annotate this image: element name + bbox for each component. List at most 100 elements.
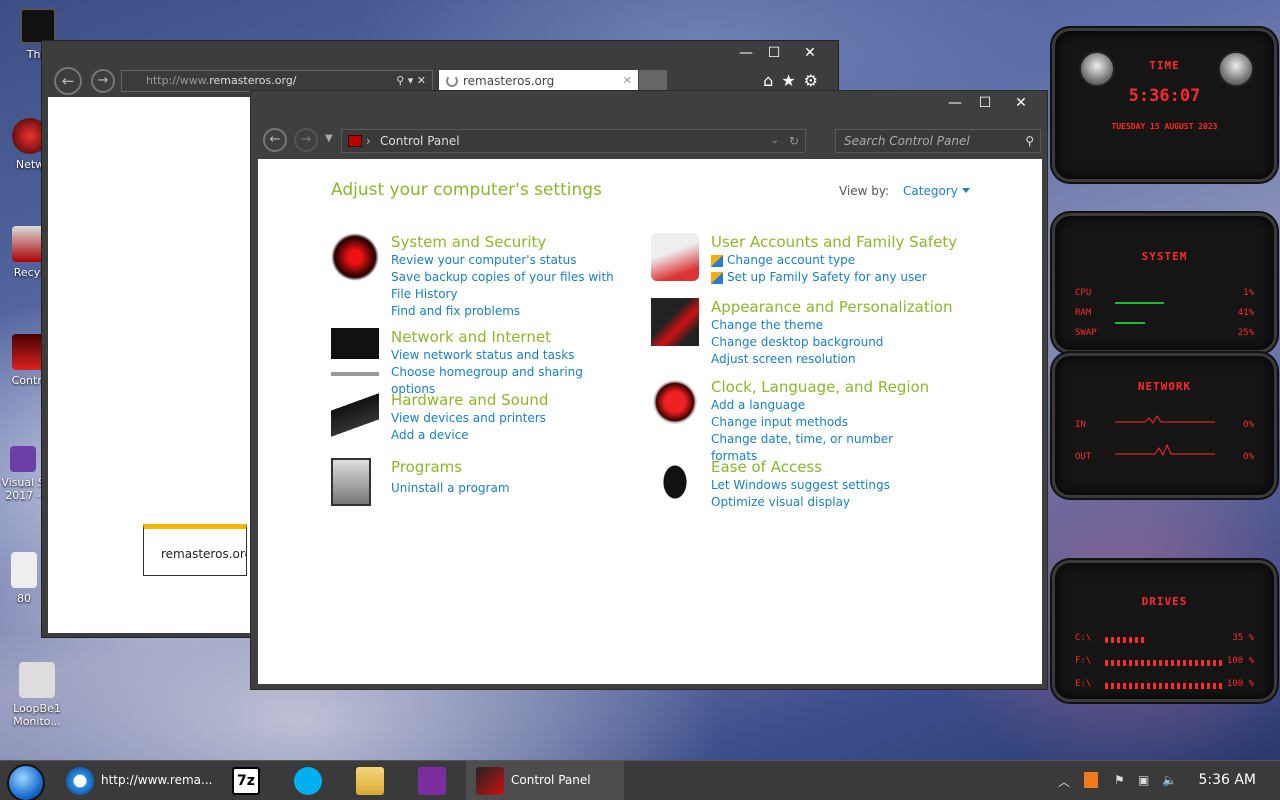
- taskbar: http://www.rema... 7z Control Panel ︿ ⚑ …: [0, 760, 1280, 800]
- link-windows-suggest-settings[interactable]: Let Windows suggest settings: [711, 477, 941, 494]
- drive-c-usage-bar: [1105, 637, 1147, 643]
- drives-gadget[interactable]: DRIVES C:\ 35 % F:\ 100 % E:\ 100 %: [1052, 560, 1277, 702]
- network-tray-icon[interactable]: ▣: [1138, 773, 1149, 787]
- dropdown-arrow-icon[interactable]: [961, 188, 970, 193]
- action-center-flag-icon[interactable]: ⚑: [1114, 773, 1125, 787]
- home-icon[interactable]: ⌂: [763, 71, 781, 90]
- desktop-icon-label: LoopBe1 Monito...: [13, 702, 61, 728]
- breadcrumb-separator-icon: ›: [366, 134, 371, 148]
- link-find-fix-problems[interactable]: Find and fix problems: [391, 303, 621, 320]
- category-title[interactable]: System and Security: [391, 233, 546, 251]
- ie-toolbar-icons: ⌂★⚙: [763, 71, 826, 90]
- close-button[interactable]: ✕: [796, 43, 824, 63]
- drive-f-value: 100 %: [1226, 656, 1254, 666]
- ie-tab[interactable]: remasteros.org ✕: [439, 70, 638, 92]
- address-controls: ⚲ ▾ ✕: [396, 71, 426, 91]
- network-gadget[interactable]: NETWORK IN 0% OUT 0%: [1052, 353, 1277, 498]
- ram-label: RAM: [1075, 308, 1092, 318]
- control-panel-window[interactable]: — ☐ ✕ ← → ▼ › Control Panel ⌄ ↻ Search C…: [250, 90, 1048, 690]
- drive-e-usage-bar: [1105, 683, 1225, 689]
- desktop-icon-visual-studio[interactable]: Visual S 2017 -: [0, 446, 46, 502]
- computer-icon: [20, 8, 56, 44]
- volume-icon[interactable]: 🔈: [1162, 773, 1177, 787]
- cpu-row: CPU 1%: [1075, 288, 1254, 298]
- link-family-safety[interactable]: Set up Family Safety for any user: [711, 269, 941, 286]
- taskbar-item-control-panel[interactable]: Control Panel: [466, 761, 624, 800]
- recent-locations-dropdown-icon[interactable]: ▼: [325, 133, 333, 144]
- view-by-label: View by:: [839, 184, 890, 198]
- time-gadget[interactable]: TIME 5:36:07 TUESDAY 15 AUGUST 2023: [1052, 28, 1277, 182]
- tab-close-icon[interactable]: ✕: [623, 70, 632, 92]
- taskbar-item-internet-explorer[interactable]: http://www.rema...: [56, 761, 214, 800]
- ram-usage-bar: [1115, 302, 1164, 304]
- stop-icon[interactable]: ✕: [417, 74, 426, 87]
- taskbar-item-onenote[interactable]: [406, 761, 462, 800]
- system-gadget[interactable]: SYSTEM CPU 1% RAM 41% SWAP 25%: [1052, 213, 1277, 353]
- new-tab-button[interactable]: [639, 70, 667, 92]
- control-panel-address-bar[interactable]: › Control Panel ⌄ ↻: [341, 129, 806, 153]
- taskbar-item-7zip[interactable]: 7z: [220, 761, 276, 800]
- search-icon[interactable]: ⚲: [1025, 130, 1034, 152]
- network-in-row: IN 0%: [1075, 415, 1254, 430]
- settings-gear-icon[interactable]: ⚙: [804, 71, 826, 90]
- desktop-icon-file[interactable]: 80: [4, 552, 44, 605]
- drive-f-row: F:\ 100 %: [1075, 656, 1254, 666]
- refresh-icon[interactable]: ↻: [789, 130, 799, 152]
- link-change-theme[interactable]: Change the theme: [711, 317, 941, 334]
- dropdown-icon[interactable]: ▾: [408, 74, 414, 87]
- forward-button[interactable]: →: [294, 128, 318, 152]
- link-add-device[interactable]: Add a device: [391, 427, 621, 444]
- file-icon: [11, 552, 37, 588]
- ease-of-access-icon: [651, 458, 699, 506]
- maximize-button[interactable]: ☐: [760, 43, 788, 63]
- link-desktop-background[interactable]: Change desktop background: [711, 334, 941, 351]
- category-title[interactable]: Clock, Language, and Region: [711, 378, 929, 396]
- appearance-personalization-icon: [651, 298, 699, 346]
- search-icon[interactable]: ⚲: [396, 74, 404, 87]
- category-title[interactable]: Appearance and Personalization: [711, 298, 953, 316]
- view-by-dropdown[interactable]: Category: [903, 184, 958, 198]
- category-title[interactable]: Hardware and Sound: [391, 391, 548, 409]
- category-title[interactable]: Programs: [391, 458, 462, 476]
- desktop-icon-loopbe1[interactable]: LoopBe1 Monito...: [6, 662, 68, 728]
- link-screen-resolution[interactable]: Adjust screen resolution: [711, 351, 941, 368]
- tray-app-icon[interactable]: [1084, 772, 1098, 788]
- link-view-network-status[interactable]: View network status and tasks: [391, 347, 621, 364]
- breadcrumb[interactable]: Control Panel: [380, 134, 460, 148]
- category-links: Add a language Change input methods Chan…: [711, 397, 941, 465]
- taskbar-clock[interactable]: 5:36 AM: [1198, 772, 1256, 788]
- link-uninstall-program[interactable]: Uninstall a program: [391, 480, 621, 497]
- category-title[interactable]: User Accounts and Family Safety: [711, 233, 957, 251]
- maximize-button[interactable]: ☐: [971, 93, 999, 113]
- taskbar-item-file-explorer[interactable]: [344, 761, 400, 800]
- notification-text: remasteros.org i: [161, 547, 247, 561]
- address-dropdown-icon[interactable]: ⌄: [771, 130, 779, 152]
- category-title[interactable]: Network and Internet: [391, 328, 551, 346]
- link-review-status[interactable]: Review your computer's status: [391, 252, 621, 269]
- link-input-methods[interactable]: Change input methods: [711, 414, 941, 431]
- back-button[interactable]: ←: [263, 128, 287, 152]
- forward-button[interactable]: →: [91, 69, 115, 93]
- link-file-history[interactable]: Save backup copies of your files with Fi…: [391, 269, 621, 303]
- close-button[interactable]: ✕: [1007, 93, 1035, 113]
- desktop-icon-label: 80: [17, 592, 31, 605]
- start-button[interactable]: [7, 764, 45, 800]
- minimize-button[interactable]: —: [941, 93, 969, 113]
- show-hidden-icons-button[interactable]: ︿: [1058, 773, 1070, 790]
- favorites-star-icon[interactable]: ★: [781, 71, 803, 90]
- taskbar-item-skype[interactable]: [282, 761, 338, 800]
- link-change-account-type[interactable]: Change account type: [711, 252, 941, 269]
- ram-value: 41%: [1237, 308, 1254, 318]
- link-add-language[interactable]: Add a language: [711, 397, 941, 414]
- ie-address-bar[interactable]: http://www.remasteros.org/ ⚲ ▾ ✕: [121, 70, 433, 92]
- search-control-panel-input[interactable]: Search Control Panel ⚲: [835, 129, 1041, 153]
- back-button[interactable]: ←: [54, 67, 82, 95]
- control-panel-content: Adjust your computer's settings View by:…: [258, 159, 1042, 684]
- link-devices-printers[interactable]: View devices and printers: [391, 410, 621, 427]
- page-title: Adjust your computer's settings: [331, 180, 602, 200]
- clock-language-icon: [651, 378, 699, 426]
- link-optimize-visual-display[interactable]: Optimize visual display: [711, 494, 941, 511]
- ie-title-bar[interactable]: — ☐ ✕: [42, 41, 838, 65]
- category-title[interactable]: Ease of Access: [711, 458, 822, 476]
- minimize-button[interactable]: —: [732, 43, 760, 63]
